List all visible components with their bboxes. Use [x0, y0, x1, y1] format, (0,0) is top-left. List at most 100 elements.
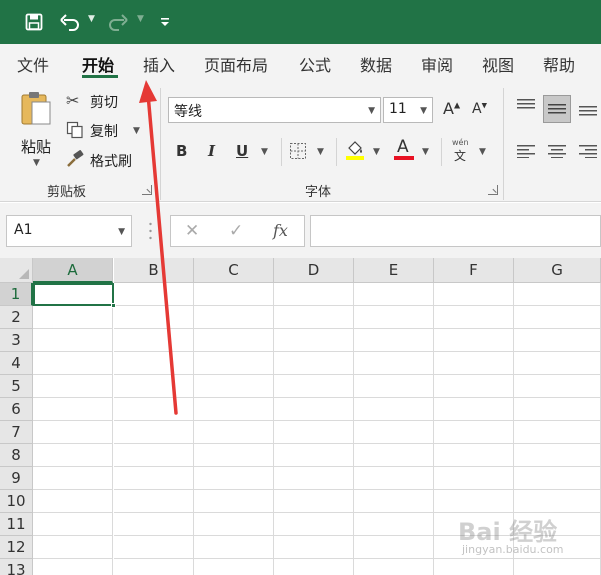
cell-g3[interactable]	[514, 329, 601, 352]
cell-a12[interactable]	[33, 536, 113, 559]
align-center-icon[interactable]	[547, 144, 567, 158]
row-header-11[interactable]: 11	[0, 513, 33, 536]
cell-g7[interactable]	[514, 421, 601, 444]
cell-g9[interactable]	[514, 467, 601, 490]
decrease-font-size-icon[interactable]: A▼	[472, 101, 487, 117]
cell-e1[interactable]	[354, 283, 434, 306]
row-header-9[interactable]: 9	[0, 467, 33, 490]
cell-a13[interactable]	[33, 559, 113, 575]
cell-g5[interactable]	[514, 375, 601, 398]
cell-b6[interactable]	[114, 398, 194, 421]
underline-dropdown-icon[interactable]: ▼	[261, 147, 268, 157]
align-middle-button[interactable]	[543, 95, 571, 123]
increase-font-size-icon[interactable]: A▲	[443, 99, 460, 118]
active-cell-border[interactable]	[33, 283, 114, 306]
column-header-f[interactable]: F	[434, 258, 514, 283]
column-header-c[interactable]: C	[194, 258, 274, 283]
tab-review[interactable]: 审阅	[421, 52, 453, 76]
row-header-2[interactable]: 2	[0, 306, 33, 329]
cell-d8[interactable]	[274, 444, 354, 467]
font-size-combo[interactable]: 11 ▼	[383, 97, 433, 123]
cell-a4[interactable]	[33, 352, 113, 375]
font-name-dropdown-icon[interactable]: ▼	[368, 106, 375, 116]
italic-button[interactable]: I	[208, 142, 215, 160]
insert-function-icon[interactable]: fx	[273, 221, 288, 240]
font-dialog-launcher-icon[interactable]	[488, 185, 498, 195]
cell-a9[interactable]	[33, 467, 113, 490]
cell-a8[interactable]	[33, 444, 113, 467]
cell-b11[interactable]	[114, 513, 194, 536]
name-box-dropdown-icon[interactable]: ▼	[118, 227, 125, 237]
cell-c10[interactable]	[194, 490, 274, 513]
name-box[interactable]: A1 ▼	[6, 215, 132, 247]
tab-formulas[interactable]: 公式	[299, 52, 331, 76]
column-header-a[interactable]: A	[33, 258, 113, 283]
font-size-dropdown-icon[interactable]: ▼	[420, 106, 427, 116]
border-dropdown-icon[interactable]: ▼	[317, 147, 324, 157]
cell-g2[interactable]	[514, 306, 601, 329]
align-bottom-icon[interactable]	[578, 103, 598, 117]
cell-b12[interactable]	[114, 536, 194, 559]
tab-data[interactable]: 数据	[360, 52, 392, 76]
phonetic-dropdown-icon[interactable]: ▼	[479, 147, 486, 157]
tab-home[interactable]: 开始	[82, 52, 114, 76]
select-all-button[interactable]	[0, 258, 33, 283]
cell-b4[interactable]	[114, 352, 194, 375]
save-icon[interactable]	[22, 10, 46, 34]
cell-b10[interactable]	[114, 490, 194, 513]
cell-d11[interactable]	[274, 513, 354, 536]
row-header-4[interactable]: 4	[0, 352, 33, 375]
cell-g1[interactable]	[514, 283, 601, 306]
cell-b13[interactable]	[114, 559, 194, 575]
column-header-g[interactable]: G	[514, 258, 601, 283]
fill-handle[interactable]	[111, 303, 116, 308]
cell-d4[interactable]	[274, 352, 354, 375]
cell-f9[interactable]	[434, 467, 514, 490]
cell-f1[interactable]	[434, 283, 514, 306]
cell-a2[interactable]	[33, 306, 113, 329]
cell-d3[interactable]	[274, 329, 354, 352]
cell-a6[interactable]	[33, 398, 113, 421]
cell-e13[interactable]	[354, 559, 434, 575]
cell-a5[interactable]	[33, 375, 113, 398]
row-header-8[interactable]: 8	[0, 444, 33, 467]
row-header-7[interactable]: 7	[0, 421, 33, 444]
tab-view[interactable]: 视图	[482, 52, 514, 76]
cell-a7[interactable]	[33, 421, 113, 444]
cell-b8[interactable]	[114, 444, 194, 467]
border-icon[interactable]	[289, 142, 307, 160]
copy-button[interactable]: 复制	[90, 121, 118, 141]
enter-entry-icon[interactable]: ✓	[229, 221, 243, 241]
cell-b3[interactable]	[114, 329, 194, 352]
align-top-icon[interactable]	[516, 98, 536, 112]
cell-d1[interactable]	[274, 283, 354, 306]
tab-file[interactable]: 文件	[17, 52, 49, 76]
column-header-e[interactable]: E	[354, 258, 434, 283]
row-header-12[interactable]: 12	[0, 536, 33, 559]
column-header-d[interactable]: D	[274, 258, 354, 283]
cell-d6[interactable]	[274, 398, 354, 421]
cell-c11[interactable]	[194, 513, 274, 536]
redo-icon[interactable]	[106, 10, 130, 34]
cell-b9[interactable]	[114, 467, 194, 490]
cell-e12[interactable]	[354, 536, 434, 559]
copy-dropdown-icon[interactable]: ▼	[133, 126, 140, 136]
cell-b7[interactable]	[114, 421, 194, 444]
row-header-10[interactable]: 10	[0, 490, 33, 513]
undo-icon[interactable]	[58, 10, 82, 34]
cell-e6[interactable]	[354, 398, 434, 421]
formula-input[interactable]	[310, 215, 601, 247]
font-name-combo[interactable]: 等线 ▼	[168, 97, 381, 123]
cell-f4[interactable]	[434, 352, 514, 375]
format-painter-button[interactable]: 格式刷	[90, 151, 132, 171]
cell-a10[interactable]	[33, 490, 113, 513]
cell-f7[interactable]	[434, 421, 514, 444]
cancel-entry-icon[interactable]: ✕	[185, 221, 199, 241]
cell-g4[interactable]	[514, 352, 601, 375]
cell-c8[interactable]	[194, 444, 274, 467]
cell-e3[interactable]	[354, 329, 434, 352]
row-header-1[interactable]: 1	[0, 283, 33, 306]
cell-b5[interactable]	[114, 375, 194, 398]
cell-f2[interactable]	[434, 306, 514, 329]
row-header-3[interactable]: 3	[0, 329, 33, 352]
